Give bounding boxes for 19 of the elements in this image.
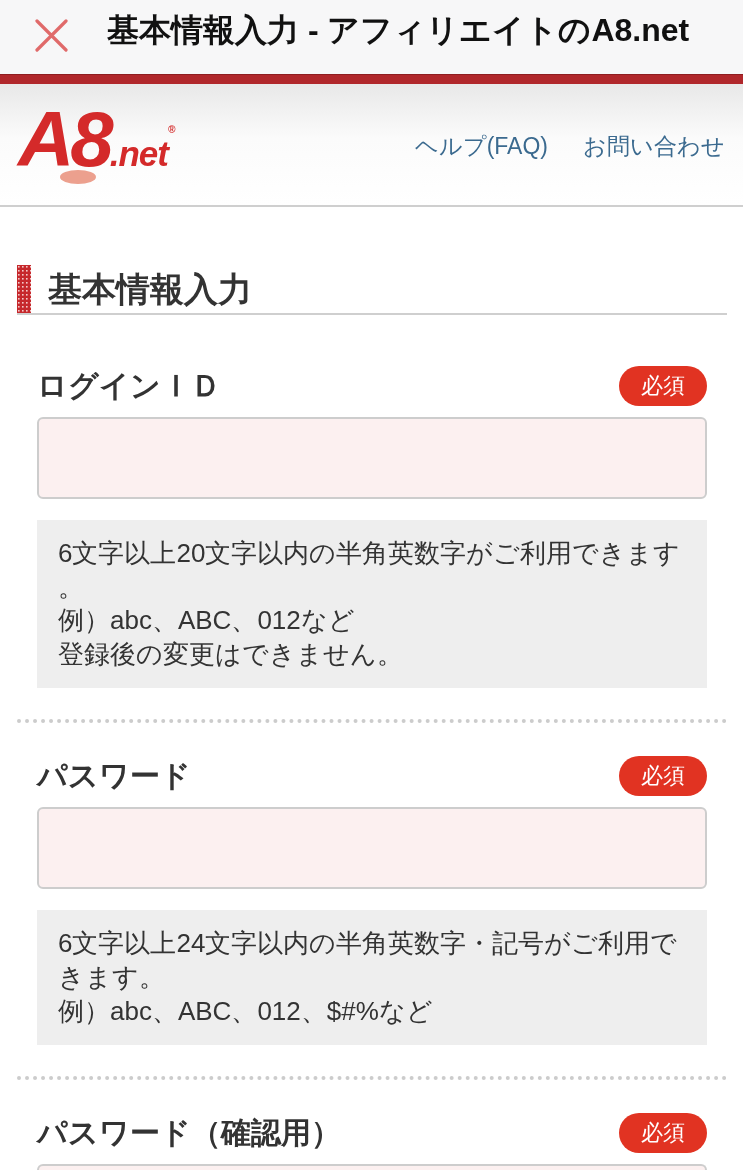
- field-label: ログインＩＤ: [37, 368, 221, 404]
- required-badge: 必須: [619, 1113, 707, 1154]
- page-title: 基本情報入力 - アフィリエイトのA8.net: [107, 11, 690, 50]
- close-button[interactable]: [35, 18, 68, 52]
- field-label: パスワード: [37, 758, 191, 795]
- input-field[interactable]: [37, 1164, 707, 1170]
- logo-oval-icon: [60, 169, 96, 184]
- hint-text: 6文字以上24文字以内の半角英数字・記号がご利用できます。 例）abc、ABC、012、$#%など: [37, 910, 707, 1046]
- header-link[interactable]: ヘルプ(FAQ): [414, 129, 548, 164]
- header-link[interactable]: お問い合わせ: [583, 129, 725, 164]
- required-badge: 必須: [619, 366, 707, 406]
- field-label: パスワード（確認用）: [37, 1115, 341, 1152]
- required-badge: 必須: [619, 756, 707, 797]
- input-field[interactable]: [37, 417, 707, 499]
- section-title: 基本情報入力: [48, 269, 252, 310]
- close-icon: [35, 18, 68, 52]
- heading-marker-icon: [17, 265, 31, 313]
- hint-text: 6文字以上20文字以内の半角英数字がご利用できます。 例）abc、ABC、012など 登録後の変更はできません。: [37, 520, 707, 689]
- input-field[interactable]: [37, 807, 707, 890]
